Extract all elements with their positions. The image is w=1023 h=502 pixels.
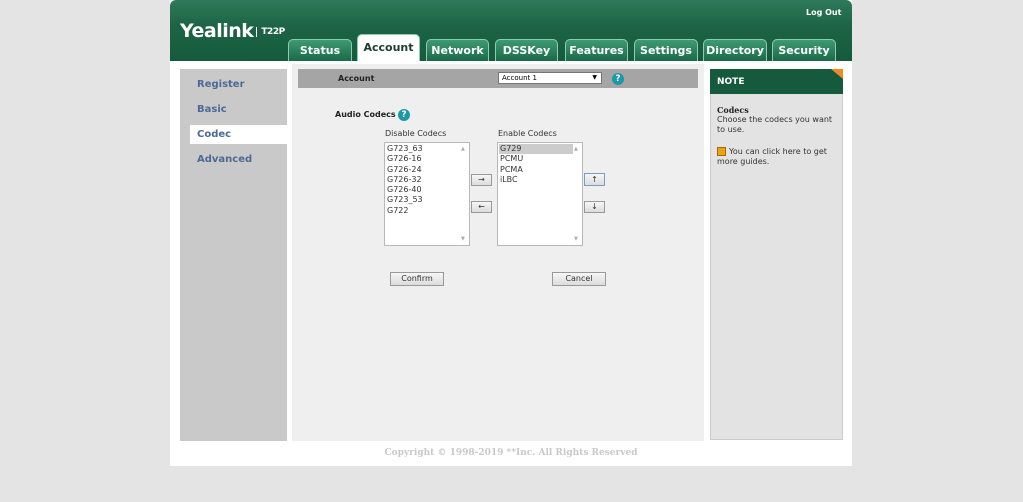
scroll-up-icon[interactable]: ▲ — [461, 146, 465, 152]
account-select-value: Account 1 — [502, 74, 537, 82]
account-select[interactable]: Account 1 ▼ — [498, 72, 602, 84]
note-heading: Codecs — [717, 105, 749, 115]
sidebar-item-register[interactable]: Register — [190, 75, 287, 94]
dropdown-arrow-icon: ▼ — [592, 74, 597, 81]
audio-codecs-title: Audio Codecs — [335, 110, 396, 119]
model: T22P — [256, 26, 285, 37]
list-item[interactable]: G726-16 — [386, 154, 468, 164]
list-item[interactable]: G726-24 — [386, 165, 468, 175]
scroll-down-icon[interactable]: ▼ — [461, 236, 465, 242]
disabled-codecs-list[interactable]: G723_63 G726-16 G726-24 G726-32 G726-40 … — [384, 142, 470, 246]
tab-account[interactable]: Account — [357, 34, 420, 61]
scrollbar[interactable]: ▲ ▼ — [572, 144, 581, 244]
logout-link[interactable]: Log Out — [806, 8, 841, 17]
confirm-button[interactable]: Confirm — [390, 272, 444, 286]
list-item[interactable]: PCMA — [499, 165, 581, 175]
main-panel — [292, 64, 704, 441]
guide-link[interactable]: You can click here to get more guides. — [717, 147, 837, 167]
list-item[interactable]: G722 — [386, 206, 468, 216]
account-label: Account — [338, 74, 375, 83]
tab-status[interactable]: Status — [288, 39, 352, 61]
tab-directory[interactable]: Directory — [703, 39, 767, 61]
tab-network[interactable]: Network — [426, 39, 489, 61]
guide-text[interactable]: You can click here to get more guides. — [717, 147, 827, 166]
help-icon[interactable]: ? — [398, 109, 410, 121]
logo: Yealink T22P — [180, 20, 285, 42]
move-up-button[interactable]: ↑ — [584, 173, 605, 186]
tab-security[interactable]: Security — [772, 39, 836, 61]
copyright: Copyright © 1998-2019 **Inc. All Rights … — [384, 448, 638, 458]
sidebar-item-codec[interactable]: Codec — [190, 125, 287, 144]
move-right-button[interactable]: → — [471, 174, 492, 186]
brand: Yealink — [180, 20, 254, 42]
tab-settings[interactable]: Settings — [634, 39, 698, 61]
cancel-button[interactable]: Cancel — [552, 272, 606, 286]
list-item[interactable]: G723_63 — [386, 144, 468, 154]
enable-codecs-label: Enable Codecs — [498, 129, 557, 138]
list-item[interactable]: G729 — [499, 144, 573, 155]
list-item[interactable]: iLBC — [499, 175, 581, 185]
tab-dsskey[interactable]: DSSKey — [495, 39, 558, 61]
sidebar-item-basic[interactable]: Basic — [190, 100, 287, 119]
book-icon — [717, 147, 726, 156]
sidebar-item-advanced[interactable]: Advanced — [190, 150, 287, 169]
note-text: Choose the codecs you want to use. — [717, 115, 833, 134]
help-icon[interactable]: ? — [612, 73, 624, 85]
move-down-button[interactable]: ↓ — [584, 201, 605, 213]
disable-codecs-label: Disable Codecs — [385, 129, 447, 138]
note-corner — [831, 69, 843, 79]
move-left-button[interactable]: ← — [471, 201, 492, 213]
scroll-up-icon[interactable]: ▲ — [574, 146, 578, 152]
enabled-codecs-list[interactable]: G729 PCMU PCMA iLBC ▲ ▼ — [497, 142, 583, 246]
note-title: NOTE — [710, 69, 843, 94]
sidebar: Register Basic Codec Advanced — [180, 69, 287, 441]
list-item[interactable]: G726-32 — [386, 175, 468, 185]
tab-features[interactable]: Features — [565, 39, 628, 61]
scrollbar[interactable]: ▲ ▼ — [459, 144, 468, 244]
list-item[interactable]: G723_53 — [386, 195, 468, 205]
list-item[interactable]: PCMU — [499, 154, 581, 164]
scroll-down-icon[interactable]: ▼ — [574, 236, 578, 242]
list-item[interactable]: G726-40 — [386, 185, 468, 195]
